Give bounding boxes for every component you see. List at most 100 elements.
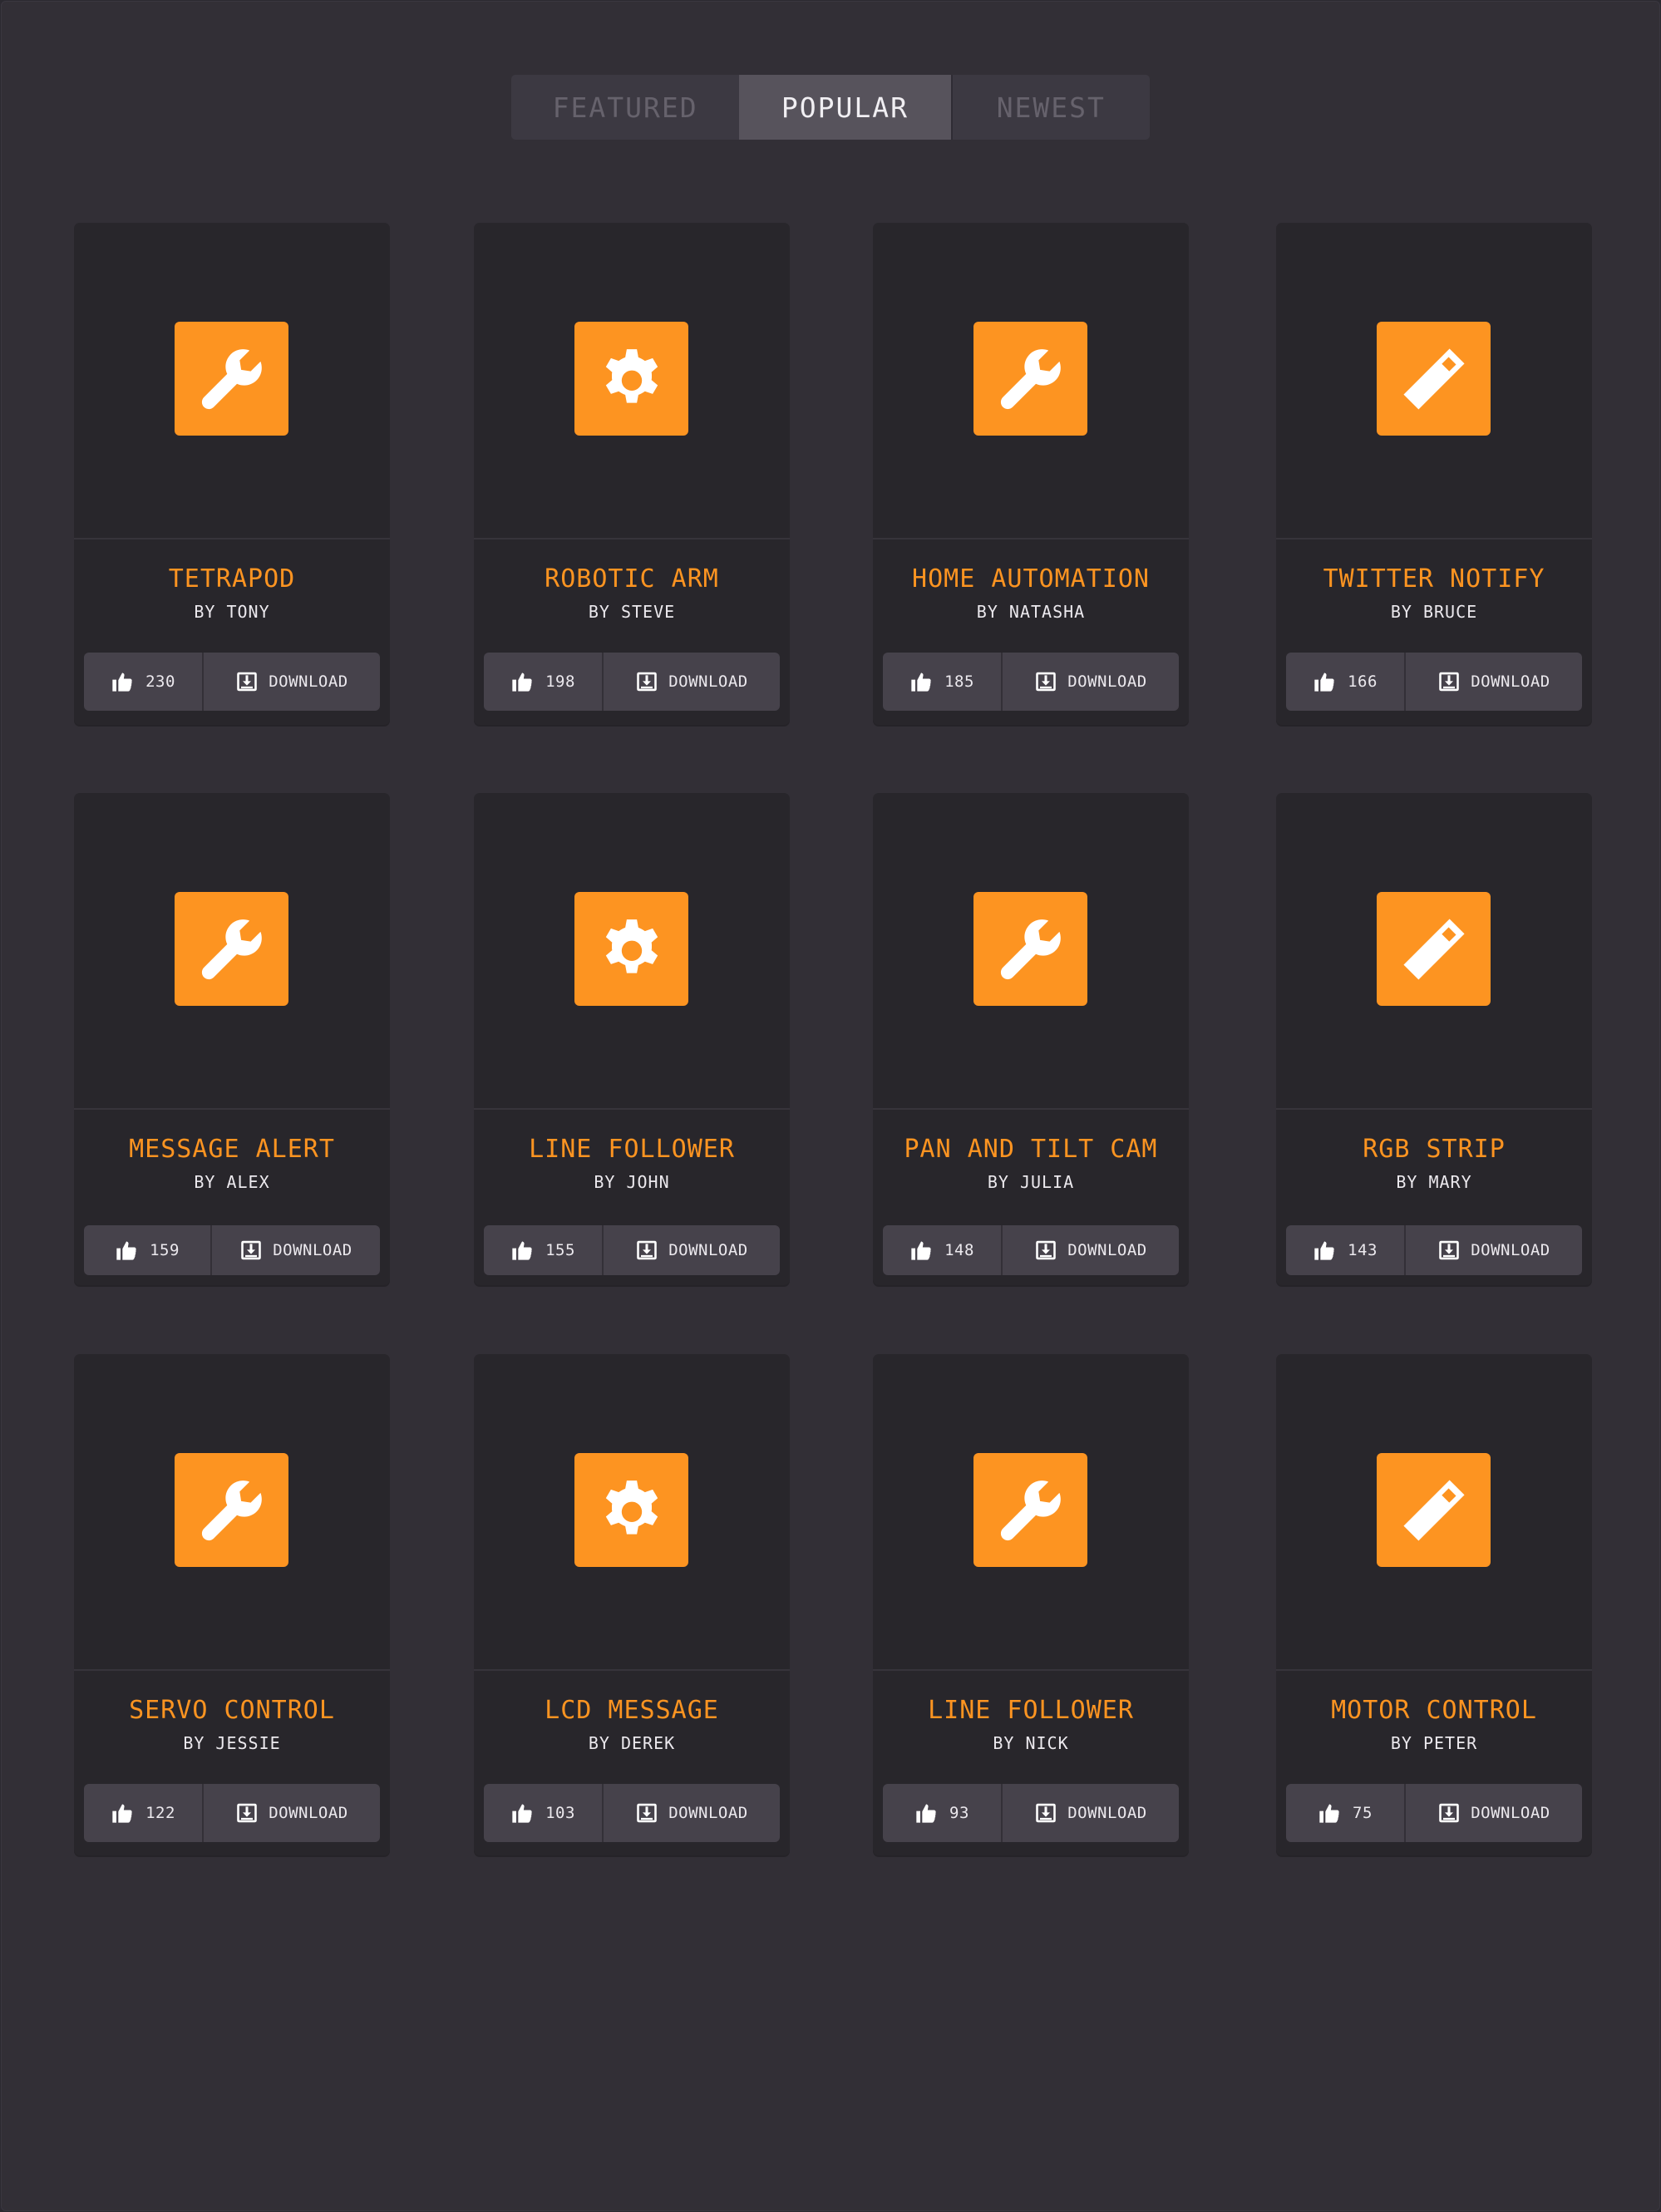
download-label: DOWNLOAD bbox=[1471, 672, 1550, 691]
download-button[interactable]: DOWNLOAD bbox=[604, 1784, 780, 1842]
project-author: BY NATASHA bbox=[976, 602, 1086, 622]
card-actions: 155 DOWNLOAD bbox=[484, 1225, 780, 1275]
download-button[interactable]: DOWNLOAD bbox=[1003, 1784, 1179, 1842]
thumbs-up-icon bbox=[1313, 1239, 1336, 1262]
card-thumbnail[interactable] bbox=[873, 223, 1189, 539]
card-actions: 230 DOWNLOAD bbox=[84, 653, 380, 711]
like-button[interactable]: 230 bbox=[84, 653, 204, 711]
project-card[interactable]: PAN AND TILT CAM BY JULIA 148 DOWNLOAD bbox=[873, 793, 1189, 1285]
download-button[interactable]: DOWNLOAD bbox=[212, 1225, 380, 1275]
project-author: BY JESSIE bbox=[183, 1733, 281, 1753]
project-card[interactable]: TETRAPOD BY TONY 230 DOWNLOAD bbox=[74, 223, 390, 725]
app-frame: FEATURED POPULAR NEWEST TETRAPOD BY TONY 2… bbox=[1, 1, 1660, 2211]
like-button[interactable]: 148 bbox=[883, 1225, 1003, 1275]
project-title[interactable]: SERVO CONTROL bbox=[74, 1696, 390, 1725]
like-button[interactable]: 155 bbox=[484, 1225, 604, 1275]
tab-popular[interactable]: POPULAR bbox=[739, 75, 951, 140]
project-card[interactable]: HOME AUTOMATION BY NATASHA 185 DOWNLOAD bbox=[873, 223, 1189, 725]
like-count: 93 bbox=[949, 1804, 969, 1822]
download-label: DOWNLOAD bbox=[1067, 1241, 1147, 1259]
card-actions: 148 DOWNLOAD bbox=[883, 1225, 1179, 1275]
thumbs-up-icon bbox=[510, 1239, 534, 1262]
card-thumbnail[interactable] bbox=[873, 1354, 1189, 1671]
download-button[interactable]: DOWNLOAD bbox=[1003, 653, 1179, 711]
tab-featured[interactable]: FEATURED bbox=[511, 75, 739, 140]
download-label: DOWNLOAD bbox=[273, 1241, 352, 1259]
card-thumbnail[interactable] bbox=[873, 793, 1189, 1110]
ruler-icon bbox=[1377, 322, 1491, 436]
project-title[interactable]: LINE FOLLOWER bbox=[474, 1135, 790, 1164]
ruler-icon bbox=[1377, 1453, 1491, 1567]
download-icon bbox=[235, 670, 259, 693]
project-author: BY JOHN bbox=[594, 1172, 670, 1192]
download-label: DOWNLOAD bbox=[668, 1241, 748, 1259]
download-icon bbox=[1034, 670, 1057, 693]
card-actions: 122 DOWNLOAD bbox=[84, 1784, 380, 1842]
card-thumbnail[interactable] bbox=[74, 223, 390, 539]
card-thumbnail[interactable] bbox=[1276, 793, 1592, 1110]
project-title[interactable]: MOTOR CONTROL bbox=[1276, 1696, 1592, 1725]
download-button[interactable]: DOWNLOAD bbox=[204, 1784, 380, 1842]
download-icon bbox=[635, 1801, 658, 1825]
download-icon bbox=[235, 1801, 259, 1825]
project-card[interactable]: ROBOTIC ARM BY STEVE 198 DOWNLOAD bbox=[474, 223, 790, 725]
project-card[interactable]: SERVO CONTROL BY JESSIE 122 DOWNLOAD bbox=[74, 1354, 390, 1855]
like-button[interactable]: 166 bbox=[1286, 653, 1406, 711]
project-card[interactable]: MESSAGE ALERT BY ALEX 159 DOWNLOAD bbox=[74, 793, 390, 1285]
download-icon bbox=[1034, 1239, 1057, 1262]
project-author: BY NICK bbox=[993, 1733, 1069, 1753]
card-thumbnail[interactable] bbox=[74, 793, 390, 1110]
download-button[interactable]: DOWNLOAD bbox=[1003, 1225, 1179, 1275]
project-title[interactable]: TETRAPOD bbox=[74, 564, 390, 594]
like-count: 230 bbox=[145, 672, 175, 691]
project-title[interactable]: LINE FOLLOWER bbox=[873, 1696, 1189, 1725]
project-title[interactable]: MESSAGE ALERT bbox=[74, 1135, 390, 1164]
like-count: 143 bbox=[1348, 1241, 1378, 1259]
card-thumbnail[interactable] bbox=[474, 223, 790, 539]
project-title[interactable]: TWITTER NOTIFY bbox=[1276, 564, 1592, 594]
download-button[interactable]: DOWNLOAD bbox=[1406, 1225, 1582, 1275]
like-button[interactable]: 185 bbox=[883, 653, 1003, 711]
like-count: 159 bbox=[150, 1241, 180, 1259]
project-title[interactable]: ROBOTIC ARM bbox=[474, 564, 790, 594]
download-icon bbox=[1437, 1239, 1461, 1262]
like-button[interactable]: 143 bbox=[1286, 1225, 1406, 1275]
like-button[interactable]: 103 bbox=[484, 1784, 604, 1842]
wrench-icon bbox=[973, 892, 1087, 1006]
download-button[interactable]: DOWNLOAD bbox=[1406, 1784, 1582, 1842]
project-card[interactable]: MOTOR CONTROL BY PETER 75 DOWNLOAD bbox=[1276, 1354, 1592, 1855]
card-thumbnail[interactable] bbox=[474, 1354, 790, 1671]
card-thumbnail[interactable] bbox=[474, 793, 790, 1110]
like-button[interactable]: 93 bbox=[883, 1784, 1003, 1842]
thumbs-up-icon bbox=[1318, 1801, 1341, 1825]
ruler-icon bbox=[1377, 892, 1491, 1006]
download-icon bbox=[1034, 1801, 1057, 1825]
project-title[interactable]: LCD MESSAGE bbox=[474, 1696, 790, 1725]
download-icon bbox=[239, 1239, 263, 1262]
like-button[interactable]: 198 bbox=[484, 653, 604, 711]
like-count: 185 bbox=[944, 672, 974, 691]
tab-newest[interactable]: NEWEST bbox=[950, 75, 1150, 140]
project-title[interactable]: PAN AND TILT CAM bbox=[873, 1135, 1189, 1164]
project-card[interactable]: RGB STRIP BY MARY 143 DOWNLOAD bbox=[1276, 793, 1592, 1285]
card-thumbnail[interactable] bbox=[1276, 223, 1592, 539]
project-card[interactable]: LCD MESSAGE BY DEREK 103 DOWNLOAD bbox=[474, 1354, 790, 1855]
download-button[interactable]: DOWNLOAD bbox=[604, 1225, 780, 1275]
project-card[interactable]: TWITTER NOTIFY BY BRUCE 166 DOWNLOAD bbox=[1276, 223, 1592, 725]
download-button[interactable]: DOWNLOAD bbox=[604, 653, 780, 711]
download-button[interactable]: DOWNLOAD bbox=[1406, 653, 1582, 711]
project-title[interactable]: HOME AUTOMATION bbox=[873, 564, 1189, 594]
like-count: 122 bbox=[145, 1804, 175, 1822]
card-thumbnail[interactable] bbox=[74, 1354, 390, 1671]
project-card[interactable]: LINE FOLLOWER BY JOHN 155 DOWNLOAD bbox=[474, 793, 790, 1285]
project-card[interactable]: LINE FOLLOWER BY NICK 93 DOWNLOAD bbox=[873, 1354, 1189, 1855]
project-title[interactable]: RGB STRIP bbox=[1276, 1135, 1592, 1164]
download-button[interactable]: DOWNLOAD bbox=[204, 653, 380, 711]
like-button[interactable]: 75 bbox=[1286, 1784, 1406, 1842]
project-author: BY DEREK bbox=[588, 1733, 676, 1753]
like-button[interactable]: 122 bbox=[84, 1784, 204, 1842]
download-label: DOWNLOAD bbox=[1471, 1804, 1550, 1822]
like-button[interactable]: 159 bbox=[84, 1225, 212, 1275]
card-thumbnail[interactable] bbox=[1276, 1354, 1592, 1671]
wrench-icon bbox=[175, 1453, 288, 1567]
